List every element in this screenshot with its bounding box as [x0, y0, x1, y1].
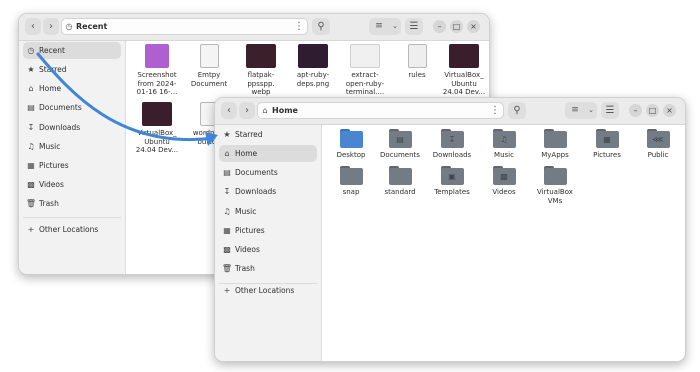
arrow-head: [205, 132, 218, 146]
arrow-annotation: [36, 52, 218, 146]
arrow-curve: [36, 52, 216, 141]
